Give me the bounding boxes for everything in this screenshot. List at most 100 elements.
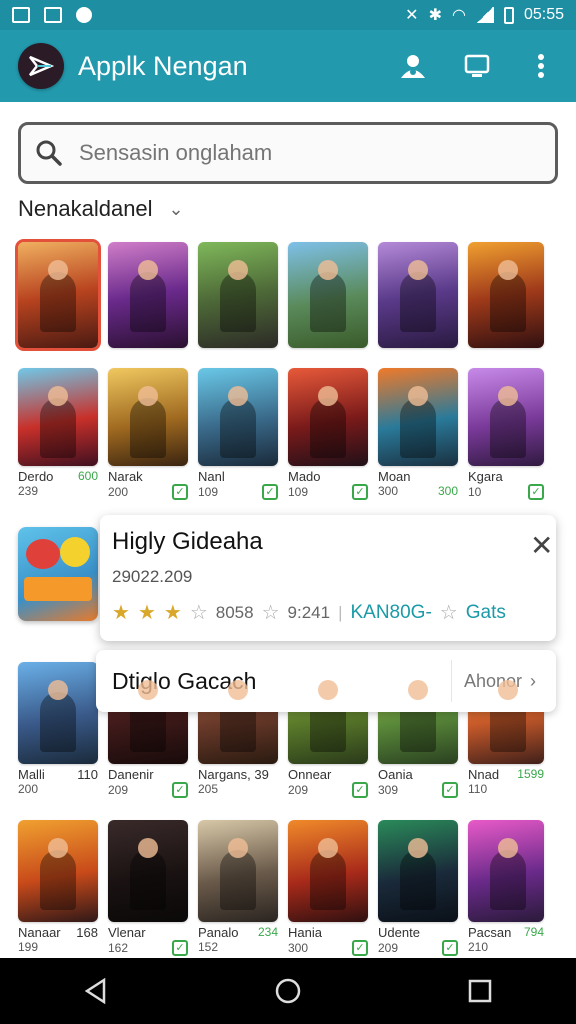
tile-title: Nnad: [468, 767, 500, 782]
game-tile[interactable]: Mado 109 ✓: [288, 368, 368, 500]
logo-icon: [29, 55, 55, 77]
tile-title: Vlenar: [108, 925, 146, 940]
game-tile[interactable]: [15, 239, 101, 351]
tile-meta: 209: [378, 941, 399, 955]
popup-link[interactable]: KAN80G-: [350, 602, 431, 624]
game-tile[interactable]: [378, 242, 458, 348]
popup-gats-link[interactable]: Gats: [466, 602, 506, 624]
system-nav-bar: [0, 958, 576, 1024]
signal-icon: [475, 7, 494, 23]
category-dropdown[interactable]: Nenakaldanel ⌄: [18, 196, 184, 222]
star-icon: ★: [163, 602, 182, 624]
game-tile[interactable]: Narak 200 ✓: [108, 368, 188, 500]
game-row-4: Nanaar 168 199 Vlenar 162 ✓ Panalo 234 152 Han…: [18, 820, 544, 956]
game-tile[interactable]: Kgara 10 ✓: [468, 368, 544, 500]
tile-meta: 200: [108, 485, 129, 499]
tile-meta: 209: [288, 783, 309, 797]
tile-title: Pacsan: [468, 925, 512, 940]
popup-subtitle: 29022.209: [112, 567, 193, 586]
tile-price: 234: [257, 925, 278, 939]
game-tile[interactable]: [288, 242, 368, 348]
game-tile[interactable]: Hania 300 ✓: [288, 820, 368, 956]
home-button[interactable]: [258, 961, 318, 1021]
game-tile[interactable]: [108, 242, 188, 348]
install-check-icon[interactable]: ✓: [172, 782, 188, 798]
game-row-1: [15, 239, 544, 351]
tile-meta: 239: [18, 484, 39, 498]
cast-button[interactable]: [460, 49, 494, 83]
gallery-notification-icon: [44, 7, 62, 23]
tile-price: 168: [76, 925, 98, 940]
game-tile[interactable]: Panalo 234 152: [198, 820, 278, 956]
star-icon: ★: [112, 602, 130, 624]
photo-notification-icon: [12, 7, 30, 23]
recents-icon: [468, 979, 492, 1003]
game-tile[interactable]: [468, 242, 544, 348]
game-tile[interactable]: Nanl 109 ✓: [198, 368, 278, 500]
tile-price: 1599: [517, 767, 544, 781]
more-vert-icon: [538, 54, 544, 78]
account-icon: [401, 55, 425, 78]
popup-game-art[interactable]: [18, 527, 98, 621]
status-bar: ✕ ✱ ◠ 05:55: [0, 0, 576, 30]
install-check-icon[interactable]: ✓: [352, 484, 368, 500]
install-check-icon[interactable]: ✓: [262, 484, 278, 500]
search-input[interactable]: [79, 140, 519, 166]
game-tile[interactable]: Udente 209 ✓: [378, 820, 458, 956]
close-icon[interactable]: ✕: [530, 532, 553, 560]
tile-meta: 10: [468, 485, 482, 499]
tile-meta: 200: [18, 782, 39, 796]
recents-button[interactable]: [450, 961, 510, 1021]
star-icon: ★: [137, 602, 156, 624]
tile-price: 300: [437, 484, 458, 498]
search-bar[interactable]: [18, 122, 558, 184]
rating-count-a: 8058: [215, 602, 254, 622]
install-check-icon[interactable]: ✓: [442, 940, 458, 956]
tile-title: Mado: [288, 469, 321, 484]
popup-title: Higly Gideaha: [112, 528, 263, 555]
game-tile[interactable]: Nanaar 168 199: [18, 820, 98, 956]
install-check-icon[interactable]: ✓: [528, 484, 544, 500]
wifi-icon: ◠: [451, 7, 466, 24]
tile-title: Nanaar: [18, 925, 61, 940]
chevron-down-icon: ⌄: [168, 198, 184, 219]
tile-title: Hania: [288, 925, 322, 940]
tile-title: Nanl: [198, 469, 225, 484]
app-title: Applk Nengan: [78, 50, 248, 81]
game-tile[interactable]: Malli 110 200: [18, 662, 98, 798]
game-tile[interactable]: Pacsan 794 210: [468, 820, 544, 956]
game-tile[interactable]: Moan 300 300: [378, 368, 458, 500]
tile-meta: 109: [288, 485, 309, 499]
tile-title: Onnear: [288, 767, 332, 782]
account-button[interactable]: [396, 49, 430, 83]
back-button[interactable]: [66, 961, 126, 1021]
game-tile[interactable]: Vlenar 162 ✓: [108, 820, 188, 956]
tile-meta: 199: [18, 940, 39, 954]
install-check-icon[interactable]: ✓: [352, 940, 368, 956]
game-tile[interactable]: Derdo 600 239: [18, 368, 98, 500]
app-logo[interactable]: [18, 43, 64, 89]
tile-title: Oania: [378, 767, 413, 782]
battery-icon: [503, 6, 514, 24]
tile-meta: 162: [108, 941, 129, 955]
tile-title: Kgara: [468, 469, 503, 484]
chevron-right-icon: ›: [530, 670, 536, 691]
tile-title: Moan: [378, 469, 411, 484]
rating-count-b: 9:241: [287, 602, 331, 622]
tile-meta: 309: [378, 783, 399, 797]
tile-meta: 300: [378, 484, 399, 498]
tile-meta: 209: [108, 783, 129, 797]
install-check-icon[interactable]: ✓: [352, 782, 368, 798]
game-tile[interactable]: [198, 242, 278, 348]
install-check-icon[interactable]: ✓: [442, 782, 458, 798]
install-check-icon[interactable]: ✓: [172, 940, 188, 956]
tile-title: Narak: [108, 469, 143, 484]
tile-meta: 205: [198, 782, 219, 796]
tile-meta: 210: [468, 940, 489, 954]
bluetooth-icon: ✱: [428, 7, 442, 24]
tile-title: Udente: [378, 925, 420, 940]
overflow-menu-button[interactable]: [524, 49, 558, 83]
star-outline-icon: ☆: [439, 602, 458, 624]
nfc-icon: ✕: [405, 7, 419, 24]
install-check-icon[interactable]: ✓: [172, 484, 188, 500]
